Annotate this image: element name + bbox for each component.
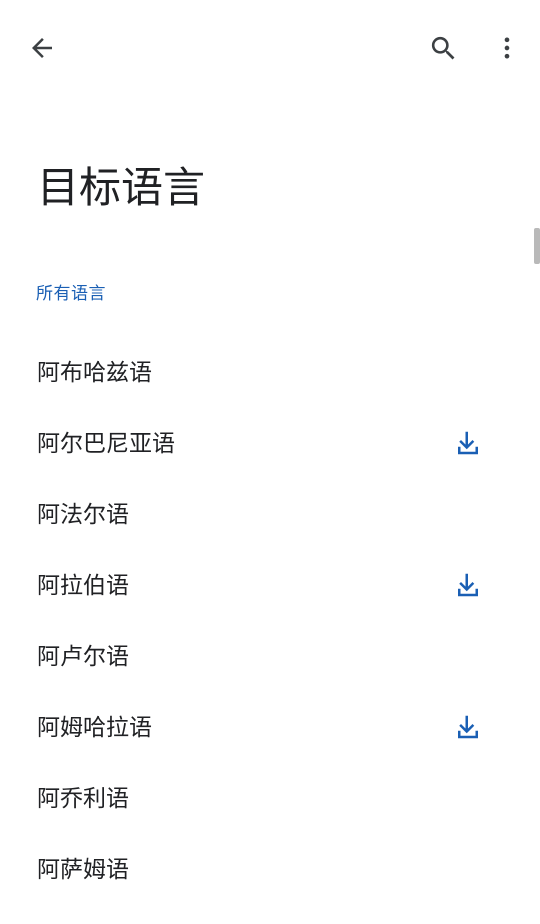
language-name: 阿卢尔语: [37, 643, 129, 670]
top-app-bar: [0, 0, 540, 96]
language-list-item[interactable]: 阿卢尔语: [0, 621, 540, 692]
language-list-item[interactable]: 阿尔巴尼亚语: [0, 408, 540, 479]
language-name: 阿布哈兹语: [37, 359, 152, 386]
language-name: 阿尔巴尼亚语: [37, 430, 175, 457]
more-options-button[interactable]: [483, 24, 531, 72]
language-name: 阿姆哈拉语: [37, 714, 152, 741]
language-list-item[interactable]: 阿姆哈拉语: [0, 692, 540, 763]
language-name: 阿萨姆语: [37, 856, 129, 883]
download-icon: [458, 431, 478, 455]
language-list-item[interactable]: 阿乔利语: [0, 763, 540, 834]
language-name: 阿拉伯语: [37, 572, 129, 599]
language-name: 阿乔利语: [37, 785, 129, 812]
download-language-button[interactable]: [444, 561, 492, 609]
page-title: 目标语言: [37, 163, 206, 212]
language-list-item[interactable]: 阿法尔语: [0, 479, 540, 550]
more-vert-icon: [504, 37, 510, 59]
language-picker-screen: 目标语言 所有语言 阿布哈兹语阿尔巴尼亚语 阿法尔语阿拉伯语 阿卢尔语阿姆哈拉语…: [0, 0, 540, 924]
download-language-button[interactable]: [444, 703, 492, 751]
search-button[interactable]: [419, 24, 467, 72]
language-list-item[interactable]: 阿萨姆语: [0, 834, 540, 905]
section-label-all-languages: 所有语言: [36, 284, 106, 304]
search-icon: [431, 36, 454, 59]
arrow-back-icon: [32, 38, 52, 58]
language-list: 阿布哈兹语阿尔巴尼亚语 阿法尔语阿拉伯语 阿卢尔语阿姆哈拉语 阿乔利语阿萨姆语: [0, 337, 540, 905]
download-language-button[interactable]: [444, 419, 492, 467]
back-button[interactable]: [18, 24, 66, 72]
download-icon: [458, 573, 478, 597]
language-name: 阿法尔语: [37, 501, 129, 528]
download-icon: [458, 715, 478, 739]
language-list-item[interactable]: 阿布哈兹语: [0, 337, 540, 408]
scrollbar-thumb[interactable]: [534, 228, 540, 264]
language-list-item[interactable]: 阿拉伯语: [0, 550, 540, 621]
